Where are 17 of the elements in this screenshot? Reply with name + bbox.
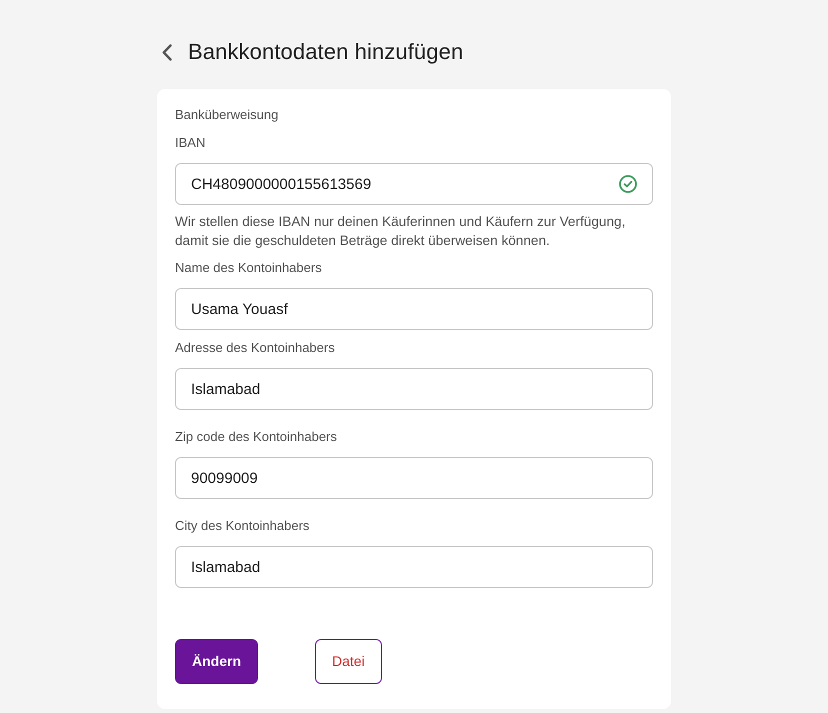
page-title: Bankkontodaten hinzufügen: [188, 39, 464, 65]
field-label: City des Kontoinhabers: [175, 517, 310, 535]
field-label: Name des Kontoinhabers: [175, 259, 323, 277]
chevron-left-icon: [162, 44, 172, 60]
help-text: Wir stellen diese IBAN nur deinen Käuferinnen und Käufern zur Verfügung, damit sie die geschuldeten Beträge direkt überweisen können.: [175, 213, 626, 250]
text-field[interactable]: Islamabad: [175, 368, 653, 410]
section-title: Banküberweisung: [175, 106, 280, 124]
text-field[interactable]: CH4809000000155613569: [175, 163, 653, 205]
field-label: Zip code des Kontoinhabers: [175, 428, 338, 446]
file-button[interactable]: Datei: [315, 639, 382, 684]
text-field[interactable]: Usama Youasf: [175, 288, 653, 330]
text-field[interactable]: Islamabad: [175, 546, 653, 588]
text-field[interactable]: 90099009: [175, 457, 653, 499]
back-button[interactable]: [160, 43, 174, 61]
submit-button[interactable]: Ändern: [175, 639, 258, 684]
field-label: IBAN: [175, 134, 206, 152]
field-label: Adresse des Kontoinhabers: [175, 339, 336, 357]
